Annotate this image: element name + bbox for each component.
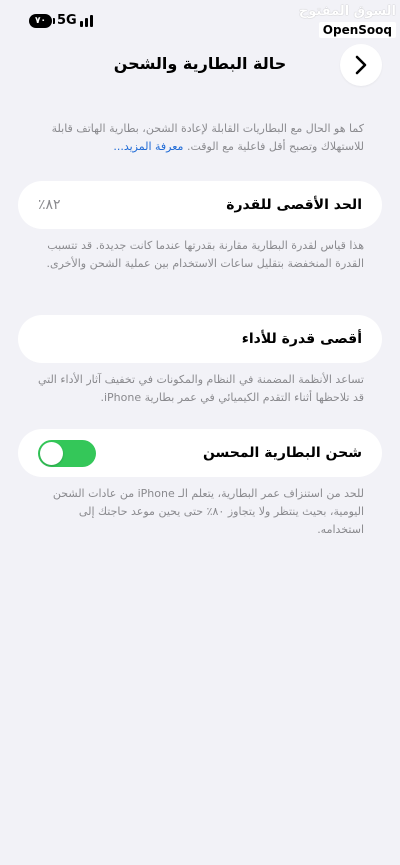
intro-text: كما هو الحال مع البطاريات القابلة لإعادة… xyxy=(36,120,364,156)
max-capacity-row: الحد الأقصى للقدرة ٨٢٪ xyxy=(18,181,382,229)
peak-performance-row[interactable]: أقصى قدرة للأداء xyxy=(18,315,382,363)
max-capacity-footnote: هذا قياس لقدرة البطارية مقارنة بقدرتها ع… xyxy=(46,239,364,270)
optimized-charging-row: شحن البطارية المحسن xyxy=(18,429,382,477)
watermark-arabic: السوق المفتوح xyxy=(298,4,396,19)
max-capacity-label: الحد الأقصى للقدرة xyxy=(226,197,362,213)
optimized-charging-toggle[interactable] xyxy=(38,439,96,467)
signal-icon xyxy=(80,15,98,27)
battery-indicator: ٧٠ xyxy=(29,14,55,28)
watermark-logo: OpenSooq xyxy=(318,22,396,38)
peak-performance-footnote: تساعد الأنظمة المضمنة في النظام والمكونا… xyxy=(37,373,364,404)
peak-performance-label: أقصى قدرة للأداء xyxy=(241,331,362,347)
learn-more-link[interactable]: معرفة المزيد... xyxy=(113,140,183,153)
optimized-charging-footnote: للحد من استنزاف عمر البطارية، يتعلم الـ … xyxy=(52,487,364,536)
page-title: حالة البطارية والشحن xyxy=(113,54,287,73)
toggle-knob xyxy=(40,441,63,465)
network-label: 5G xyxy=(57,13,77,28)
watermark: السوق المفتوح OpenSooq xyxy=(299,4,396,38)
max-capacity-value: ٨٢٪ xyxy=(38,197,61,213)
optimized-charging-label: شحن البطارية المحسن xyxy=(202,445,362,461)
intro-body: كما هو الحال مع البطاريات القابلة لإعادة… xyxy=(51,122,364,153)
